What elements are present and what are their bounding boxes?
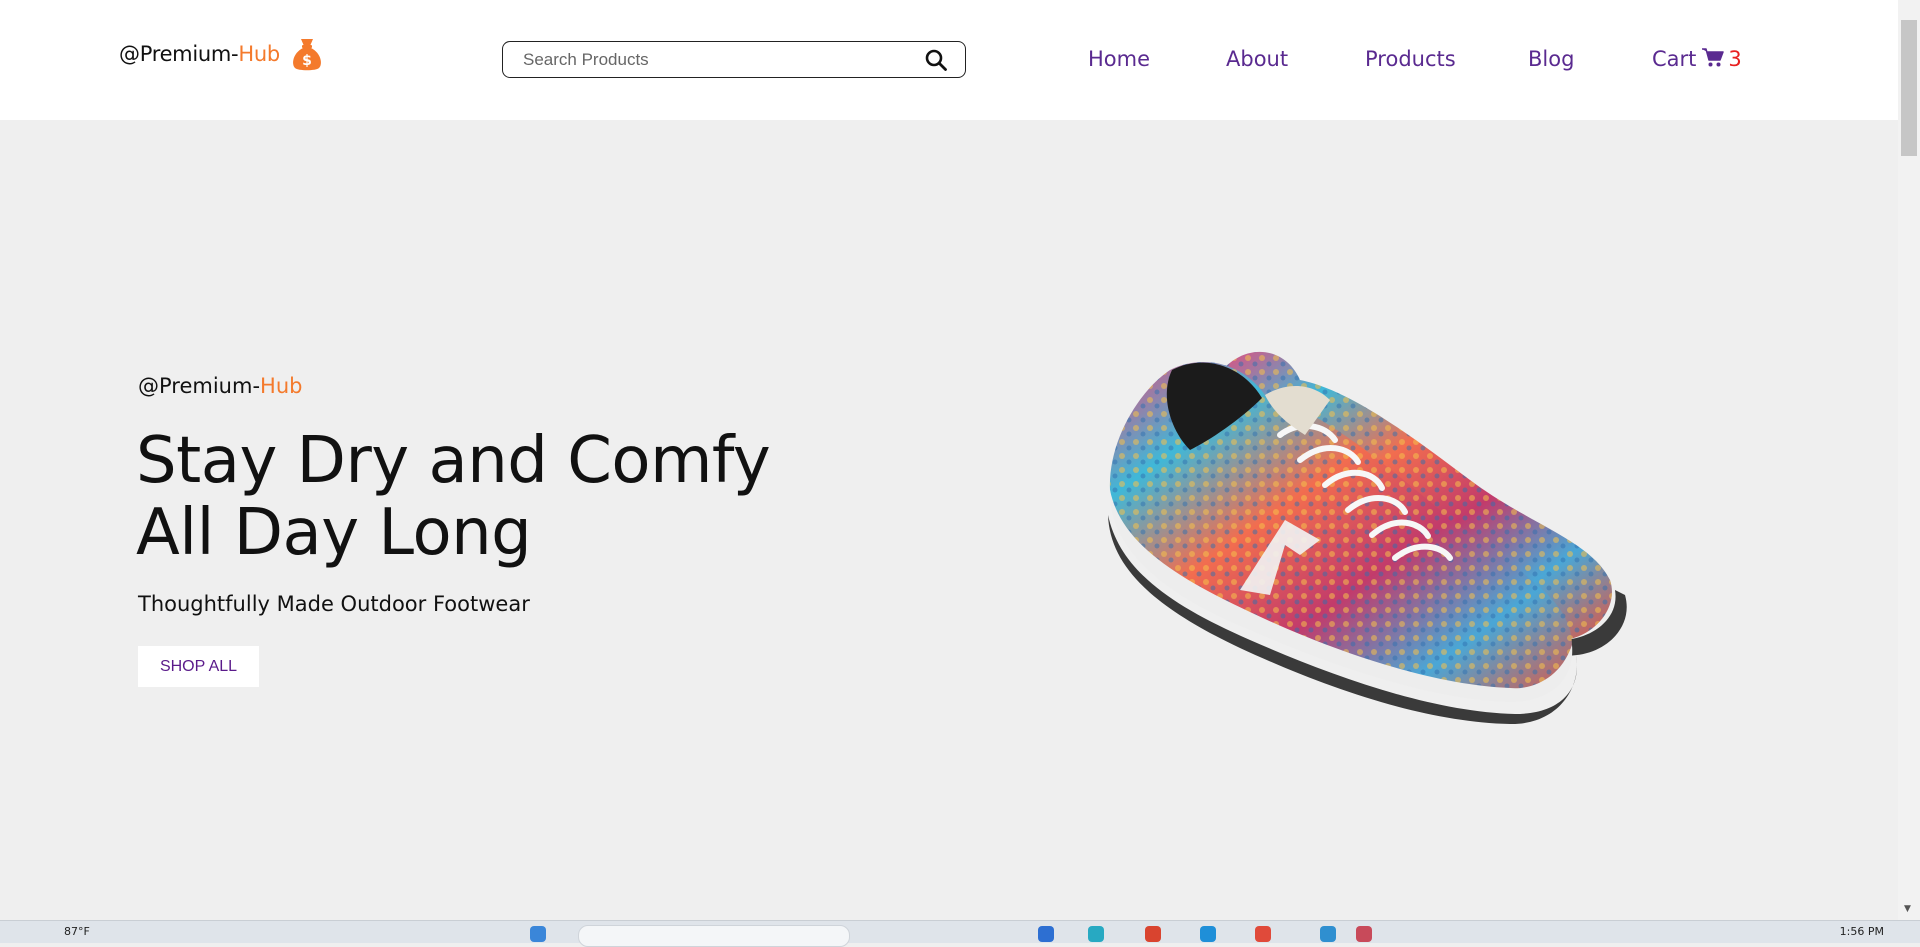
shop-all-button[interactable]: SHOP ALL xyxy=(138,646,259,687)
nav-cart[interactable]: Cart 3 xyxy=(1652,47,1742,71)
nav-about[interactable]: About xyxy=(1226,47,1288,71)
app-icon[interactable] xyxy=(1145,926,1161,942)
app-icon[interactable] xyxy=(1255,926,1271,942)
scroll-down-icon[interactable]: ▼ xyxy=(1904,904,1911,914)
cart-label: Cart xyxy=(1652,47,1697,71)
hero-brand: @Premium-Hub xyxy=(138,374,302,398)
search-icon[interactable] xyxy=(925,49,947,71)
app-icon[interactable] xyxy=(1320,926,1336,942)
app-icon[interactable] xyxy=(1038,926,1054,942)
page-scrollbar[interactable]: ▼ xyxy=(1898,0,1920,920)
os-taskbar: 87°F 1:56 PM xyxy=(0,920,1920,947)
taskbar-search[interactable] xyxy=(578,925,850,947)
app-icon[interactable] xyxy=(1088,926,1104,942)
hero-title: Stay Dry and Comfy All Day Long xyxy=(136,424,771,570)
money-bag-icon: $ xyxy=(293,39,321,71)
nav-home[interactable]: Home xyxy=(1088,47,1150,71)
app-icon[interactable] xyxy=(1200,926,1216,942)
scrollbar-thumb[interactable] xyxy=(1901,20,1917,156)
app-icon[interactable] xyxy=(1356,926,1372,942)
hero-brand-accent: Hub xyxy=(260,374,303,398)
taskbar-clock[interactable]: 1:56 PM xyxy=(1840,925,1884,938)
search-bar xyxy=(502,41,966,78)
windows-start-icon[interactable] xyxy=(530,926,546,942)
logo-accent: Hub xyxy=(238,42,280,66)
search-input[interactable] xyxy=(521,42,925,78)
site-logo[interactable]: @Premium-Hub xyxy=(119,42,280,66)
svg-text:$: $ xyxy=(302,53,312,69)
shopping-cart-icon xyxy=(1702,48,1725,67)
sneaker-image xyxy=(1108,351,1627,725)
cart-count-badge: 3 xyxy=(1728,47,1742,71)
logo-prefix: @Premium- xyxy=(119,42,239,66)
taskbar-weather[interactable]: 87°F xyxy=(64,925,90,938)
hero-brand-prefix: @Premium- xyxy=(138,374,261,398)
nav-blog[interactable]: Blog xyxy=(1528,47,1574,71)
nav-products[interactable]: Products xyxy=(1365,47,1456,71)
hero-subtitle: Thoughtfully Made Outdoor Footwear xyxy=(138,592,530,616)
top-navbar: @Premium-Hub $ Home About Products Blog … xyxy=(0,0,1898,120)
